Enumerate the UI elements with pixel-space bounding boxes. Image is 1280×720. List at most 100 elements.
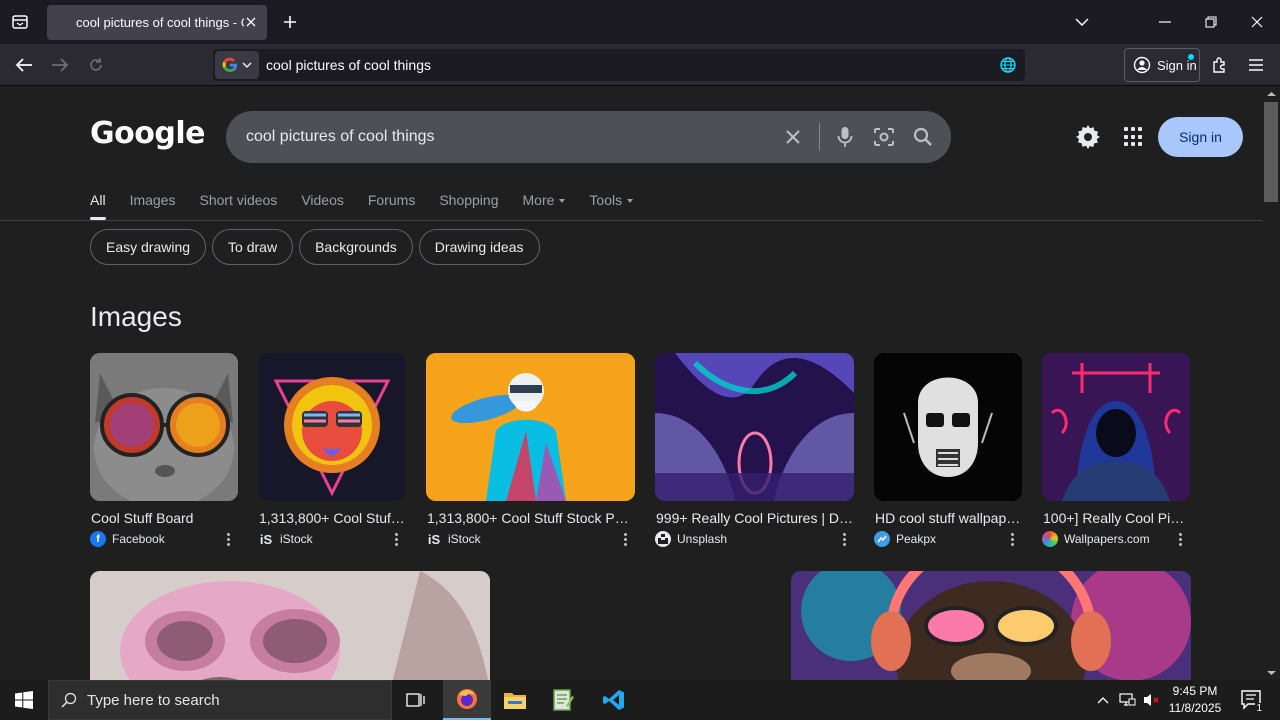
image-result[interactable]: 1,313,800+ Cool Stuff Stock Photos iS iS… [258, 353, 406, 547]
image-thumbnail-pink-goggles[interactable] [90, 571, 490, 680]
more-options-icon[interactable] [220, 531, 236, 547]
tab-shopping[interactable]: Shopping [439, 192, 498, 208]
search-box[interactable]: cool pictures of cool things [226, 111, 951, 163]
clock-date: 11/8/2025 [1168, 701, 1222, 715]
google-g-icon [222, 57, 237, 73]
search-tabs: All Images Short videos Videos Forums Sh… [90, 192, 634, 220]
back-arrow-icon[interactable] [12, 53, 36, 77]
wallpapers-icon [1042, 531, 1058, 547]
image-thumbnail-trooper[interactable] [874, 353, 1022, 501]
menu-hamburger-icon[interactable] [1244, 53, 1268, 77]
more-options-icon[interactable] [617, 531, 633, 547]
caret-down-icon [559, 199, 566, 204]
image-thumbnail-hooded-figure[interactable] [1042, 353, 1190, 501]
file-explorer-icon[interactable] [491, 680, 539, 720]
tab-more[interactable]: More [523, 192, 566, 208]
camera-lens-icon[interactable] [870, 123, 898, 151]
more-options-icon[interactable] [836, 531, 852, 547]
taskbar-search-box[interactable]: Type here to search [48, 680, 392, 720]
image-result[interactable]: Cool Stuff Board f Facebook [90, 353, 238, 547]
forward-arrow-icon[interactable] [48, 53, 72, 77]
tab-tools[interactable]: Tools [589, 192, 634, 208]
page-scrollbar[interactable] [1263, 86, 1280, 680]
more-options-icon[interactable] [1172, 531, 1188, 547]
tab-short-videos[interactable]: Short videos [199, 192, 277, 208]
clear-search-icon[interactable] [779, 123, 807, 151]
chip-drawing-ideas[interactable]: Drawing ideas [418, 229, 540, 265]
scroll-down-arrow-icon[interactable] [1263, 668, 1280, 678]
chevron-down-icon [242, 62, 252, 68]
tab-title: cool pictures of cool things - Google Se… [76, 15, 244, 30]
search-icon [61, 692, 77, 708]
tab-forums[interactable]: Forums [368, 192, 415, 208]
more-options-icon[interactable] [388, 531, 404, 547]
image-result[interactable]: 999+ Really Cool Pictures | Download Fre… [655, 353, 854, 547]
chip-easy-drawing[interactable]: Easy drawing [90, 229, 207, 265]
image-source[interactable]: f Facebook [90, 531, 238, 547]
image-result[interactable]: HD cool stuff wallpapers Peakpx [874, 353, 1022, 547]
firefox-taskbar-icon[interactable] [443, 680, 491, 720]
minimize-icon[interactable] [1153, 10, 1177, 34]
close-window-icon[interactable] [1245, 10, 1269, 34]
image-result[interactable]: 1,313,800+ Cool Stuff Stock Photos iS iS… [426, 353, 635, 547]
tab-videos[interactable]: Videos [301, 192, 344, 208]
windows-taskbar: Type here to search 9:45 PM 11/8/2025 1 [0, 680, 1280, 720]
image-thumbnail-monkey-headphones[interactable] [791, 571, 1191, 680]
search-icon[interactable] [909, 123, 937, 151]
image-thumbnail-aurora[interactable] [655, 353, 854, 501]
notepad-plus-plus-icon[interactable] [539, 680, 587, 720]
address-bar[interactable]: cool pictures of cool things [213, 49, 1025, 81]
image-thumbnail-lion[interactable] [258, 353, 406, 501]
istock-icon: iS [259, 531, 273, 547]
list-all-tabs-icon[interactable] [8, 10, 32, 34]
extensions-icon[interactable] [1208, 53, 1232, 77]
volume-muted-icon[interactable] [1140, 680, 1162, 720]
show-hidden-icons-chevron-icon[interactable] [1093, 680, 1113, 720]
tab-overflow-chevron-icon[interactable] [1070, 10, 1094, 34]
image-source[interactable]: Unsplash [655, 531, 854, 547]
search-engine-selector[interactable] [215, 51, 259, 79]
network-icon[interactable] [1116, 680, 1138, 720]
reload-icon[interactable] [84, 53, 108, 77]
url-text: cool pictures of cool things [266, 57, 431, 73]
image-source[interactable]: Wallpapers.com [1042, 531, 1190, 547]
taskbar-clock[interactable]: 9:45 PM 11/8/2025 [1160, 683, 1230, 717]
image-title: HD cool stuff wallpapers [875, 510, 1022, 526]
google-logo[interactable]: Google [90, 116, 205, 151]
browser-tab-active[interactable]: cool pictures of cool things - Google Se… [47, 5, 267, 40]
globe-icon[interactable] [999, 56, 1017, 74]
source-name: iStock [280, 532, 313, 546]
vscode-icon[interactable] [590, 680, 638, 720]
firefox-account-signin-button[interactable]: Sign in [1124, 48, 1200, 82]
image-source[interactable]: iS iStock [426, 531, 635, 547]
new-tab-icon[interactable] [279, 11, 301, 33]
image-thumbnail-skater[interactable] [426, 353, 635, 501]
google-signin-button[interactable]: Sign in [1158, 117, 1243, 157]
task-view-icon[interactable] [392, 680, 440, 720]
image-title: 1,313,800+ Cool Stuff Stock Photos [259, 510, 406, 526]
scroll-up-arrow-icon[interactable] [1263, 89, 1280, 99]
clock-time: 9:45 PM [1172, 684, 1218, 698]
chip-backgrounds[interactable]: Backgrounds [299, 229, 413, 265]
microphone-icon[interactable] [831, 123, 859, 151]
notification-center-icon[interactable]: 1 [1234, 680, 1270, 720]
tabs-divider [0, 220, 1263, 221]
image-source[interactable]: iS iStock [258, 531, 406, 547]
browser-nav-bar: cool pictures of cool things Sign in [0, 44, 1280, 86]
more-options-icon[interactable] [1004, 531, 1020, 547]
source-name: Unsplash [677, 532, 728, 546]
windows-start-icon[interactable] [0, 680, 48, 720]
tab-all[interactable]: All [90, 192, 106, 220]
tab-images[interactable]: Images [130, 192, 176, 208]
image-thumbnail-cat[interactable] [90, 353, 238, 501]
gear-icon[interactable] [1075, 124, 1101, 150]
restore-icon[interactable] [1199, 10, 1223, 34]
chip-to-draw[interactable]: To draw [212, 229, 294, 265]
search-input[interactable]: cool pictures of cool things [246, 128, 435, 146]
unsplash-icon [655, 531, 671, 547]
scrollbar-thumb[interactable] [1264, 102, 1278, 202]
close-tab-icon[interactable] [243, 14, 259, 30]
image-source[interactable]: Peakpx [874, 531, 1022, 547]
google-apps-grid-icon[interactable] [1124, 127, 1144, 147]
image-result[interactable]: 100+] Really Cool Pictures Wallpapers.co… [1042, 353, 1190, 547]
